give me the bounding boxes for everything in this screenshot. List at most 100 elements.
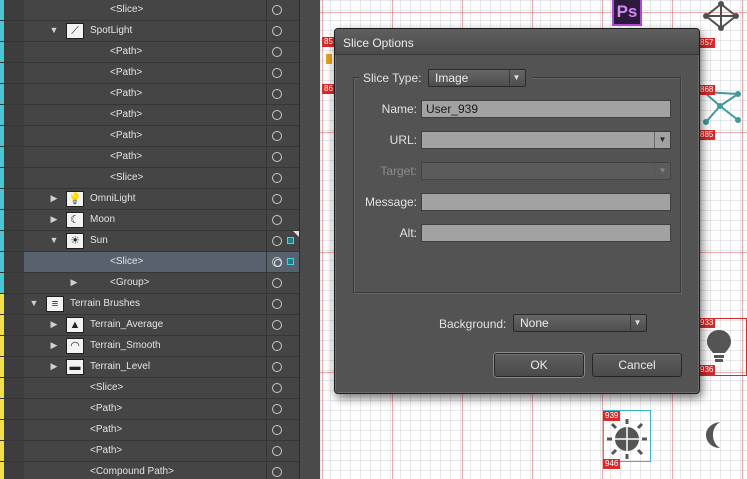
slice-tag-885[interactable]: 885 <box>698 130 716 140</box>
layer-target-icon[interactable] <box>272 26 282 36</box>
layer-target-icon[interactable] <box>272 341 282 351</box>
disclosure-closed-icon[interactable]: ▶ <box>48 340 60 351</box>
layer-visibility-gutter[interactable] <box>4 189 24 209</box>
slice-box-bulb[interactable] <box>698 318 747 376</box>
layer-target-icon[interactable] <box>272 5 282 15</box>
layer-visibility-gutter[interactable] <box>4 336 24 356</box>
name-field[interactable]: User_939 <box>421 100 671 118</box>
layer-row[interactable]: <Path> <box>0 63 299 84</box>
layer-visibility-gutter[interactable] <box>4 168 24 188</box>
layer-visibility-gutter[interactable] <box>4 21 24 41</box>
network-icon[interactable] <box>698 0 744 34</box>
sun-icon[interactable] <box>606 418 648 460</box>
slice-tag-868[interactable]: 868 <box>698 85 716 95</box>
layer-row[interactable]: ▶ ▬ Terrain_Level <box>0 357 299 378</box>
layer-target-icon[interactable] <box>272 467 282 477</box>
layer-row[interactable]: ▶ <Group> <box>0 273 299 294</box>
photoshop-logo[interactable]: Ps <box>612 0 642 26</box>
layer-row[interactable]: <Path> <box>0 147 299 168</box>
layer-target-icon[interactable] <box>272 320 282 330</box>
ok-button[interactable]: OK <box>494 353 584 377</box>
disclosure-open-icon[interactable]: ▼ <box>48 235 60 245</box>
message-field[interactable] <box>421 193 671 211</box>
layer-target-icon[interactable] <box>272 152 282 162</box>
layer-visibility-gutter[interactable] <box>4 210 24 230</box>
layer-target-icon[interactable] <box>272 47 282 57</box>
disclosure-closed-icon[interactable]: ▶ <box>68 277 80 288</box>
layer-visibility-gutter[interactable] <box>4 315 24 335</box>
layer-row[interactable]: ▶ ◠ Terrain_Smooth <box>0 336 299 357</box>
layer-row[interactable]: <Path> <box>0 399 299 420</box>
layer-row[interactable]: <Path> <box>0 105 299 126</box>
layer-target-icon[interactable] <box>272 236 282 246</box>
layer-target-icon[interactable] <box>272 362 282 372</box>
layer-target-icon[interactable] <box>272 257 282 267</box>
url-combo[interactable]: ▼ <box>421 131 671 149</box>
background-dropdown[interactable]: None ▼ <box>513 314 647 332</box>
layer-row[interactable]: <Path> <box>0 441 299 462</box>
slice-tag-partial-85[interactable]: 85 <box>322 37 335 47</box>
layer-visibility-gutter[interactable] <box>4 126 24 146</box>
panel-divider[interactable] <box>300 0 320 479</box>
layer-visibility-gutter[interactable] <box>4 462 24 479</box>
layer-visibility-gutter[interactable] <box>4 441 24 461</box>
layer-target-icon[interactable] <box>272 425 282 435</box>
slice-type-dropdown[interactable]: Image ▼ <box>428 69 526 87</box>
cancel-button[interactable]: Cancel <box>592 353 682 377</box>
disclosure-closed-icon[interactable]: ▶ <box>48 319 60 330</box>
layer-visibility-gutter[interactable] <box>4 231 24 251</box>
layer-visibility-gutter[interactable] <box>4 84 24 104</box>
layer-row[interactable]: <Slice> <box>0 252 299 273</box>
disclosure-open-icon[interactable]: ▼ <box>28 298 40 308</box>
layer-row[interactable]: ▶ ☾ Moon <box>0 210 299 231</box>
layer-visibility-gutter[interactable] <box>4 273 24 293</box>
layer-row[interactable]: <Path> <box>0 420 299 441</box>
layer-row[interactable]: ▶ 💡 OmniLight <box>0 189 299 210</box>
layer-target-icon[interactable] <box>272 173 282 183</box>
layer-target-icon[interactable] <box>272 131 282 141</box>
layer-visibility-gutter[interactable] <box>4 42 24 62</box>
layer-row[interactable]: <Path> <box>0 42 299 63</box>
alt-field[interactable] <box>421 224 671 242</box>
layer-target-icon[interactable] <box>272 278 282 288</box>
layer-row[interactable]: <Slice> <box>0 0 299 21</box>
disclosure-closed-icon[interactable]: ▶ <box>48 214 60 225</box>
layer-visibility-gutter[interactable] <box>4 147 24 167</box>
layer-visibility-gutter[interactable] <box>4 378 24 398</box>
layer-visibility-gutter[interactable] <box>4 105 24 125</box>
disclosure-open-icon[interactable]: ▼ <box>48 25 60 35</box>
layer-row[interactable]: <Compound Path> <box>0 462 299 479</box>
layer-visibility-gutter[interactable] <box>4 357 24 377</box>
layer-target-icon[interactable] <box>272 404 282 414</box>
layer-visibility-gutter[interactable] <box>4 420 24 440</box>
dialog-titlebar[interactable]: Slice Options <box>335 29 699 55</box>
layer-visibility-gutter[interactable] <box>4 63 24 83</box>
layer-visibility-gutter[interactable] <box>4 294 24 314</box>
layer-row[interactable]: <Path> <box>0 84 299 105</box>
layer-target-icon[interactable] <box>272 194 282 204</box>
layer-target-icon[interactable] <box>272 383 282 393</box>
layer-visibility-gutter[interactable] <box>4 252 24 272</box>
layer-row[interactable]: ▼ ⟋ SpotLight <box>0 21 299 42</box>
slice-tag-857[interactable]: 857 <box>698 38 716 48</box>
layer-row[interactable]: ▶ ▲ Terrain_Average <box>0 315 299 336</box>
chevron-down-icon[interactable]: ▼ <box>654 132 670 148</box>
slice-tag-partial-86[interactable]: 86 <box>322 84 335 94</box>
layer-target-icon[interactable] <box>272 89 282 99</box>
selection-indicator-icon[interactable] <box>287 237 294 244</box>
layer-row[interactable]: <Path> <box>0 126 299 147</box>
layer-row[interactable]: ▼ ☀ Sun <box>0 231 299 252</box>
layer-row[interactable]: ▼ ≡ Terrain Brushes <box>0 294 299 315</box>
slice-tag-946[interactable]: 946 <box>603 459 621 469</box>
layer-target-icon[interactable] <box>272 215 282 225</box>
layer-target-icon[interactable] <box>272 110 282 120</box>
layer-row[interactable]: <Slice> <box>0 168 299 189</box>
layer-target-icon[interactable] <box>272 68 282 78</box>
layer-row[interactable]: <Slice> <box>0 378 299 399</box>
layer-target-icon[interactable] <box>272 299 282 309</box>
layer-visibility-gutter[interactable] <box>4 399 24 419</box>
selection-indicator-icon[interactable] <box>287 258 294 265</box>
disclosure-closed-icon[interactable]: ▶ <box>48 193 60 204</box>
layer-visibility-gutter[interactable] <box>4 0 24 20</box>
layer-target-icon[interactable] <box>272 446 282 456</box>
